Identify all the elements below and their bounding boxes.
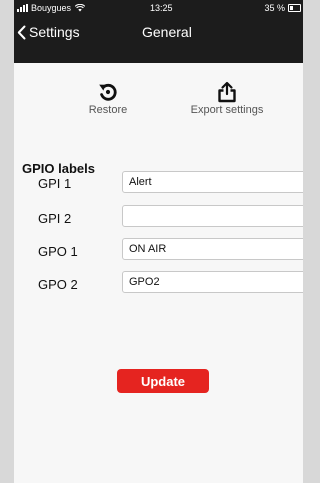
page-title: General xyxy=(142,24,192,40)
export-settings-label: Export settings xyxy=(190,104,264,116)
phone-screen: Bouygues 13:25 35 % Settings General Res… xyxy=(14,0,303,483)
battery-status: 35 % xyxy=(264,3,301,13)
export-settings-button[interactable]: Export settings xyxy=(182,80,272,116)
back-button[interactable]: Settings xyxy=(17,16,80,48)
restore-button[interactable]: Restore xyxy=(68,80,148,116)
gpo1-label: GPO 1 xyxy=(38,244,78,259)
restore-label: Restore xyxy=(88,104,128,116)
signal-icon xyxy=(17,4,28,12)
status-time: 13:25 xyxy=(150,3,173,13)
gpi1-input[interactable] xyxy=(122,171,303,193)
wifi-icon xyxy=(75,4,86,12)
navigation-bar: Settings General xyxy=(14,16,303,63)
update-button[interactable]: Update xyxy=(117,369,209,393)
chevron-left-icon xyxy=(17,25,26,39)
gpo1-input[interactable] xyxy=(122,238,303,260)
gpi2-input[interactable] xyxy=(122,205,303,227)
carrier-name: Bouygues xyxy=(31,3,72,13)
back-label: Settings xyxy=(29,24,80,40)
restore-icon xyxy=(99,83,117,101)
gpi2-label: GPI 2 xyxy=(38,211,72,226)
carrier-info: Bouygues xyxy=(17,3,86,13)
battery-percent: 35 % xyxy=(264,3,285,13)
gpo2-label: GPO 2 xyxy=(38,277,78,292)
status-bar: Bouygues 13:25 35 % xyxy=(14,0,303,16)
battery-icon xyxy=(288,4,301,12)
gpo2-input[interactable] xyxy=(122,271,303,293)
share-icon xyxy=(218,81,236,103)
gpio-section-title: GPIO labels xyxy=(22,161,95,176)
gpi1-label: GPI 1 xyxy=(38,176,72,191)
